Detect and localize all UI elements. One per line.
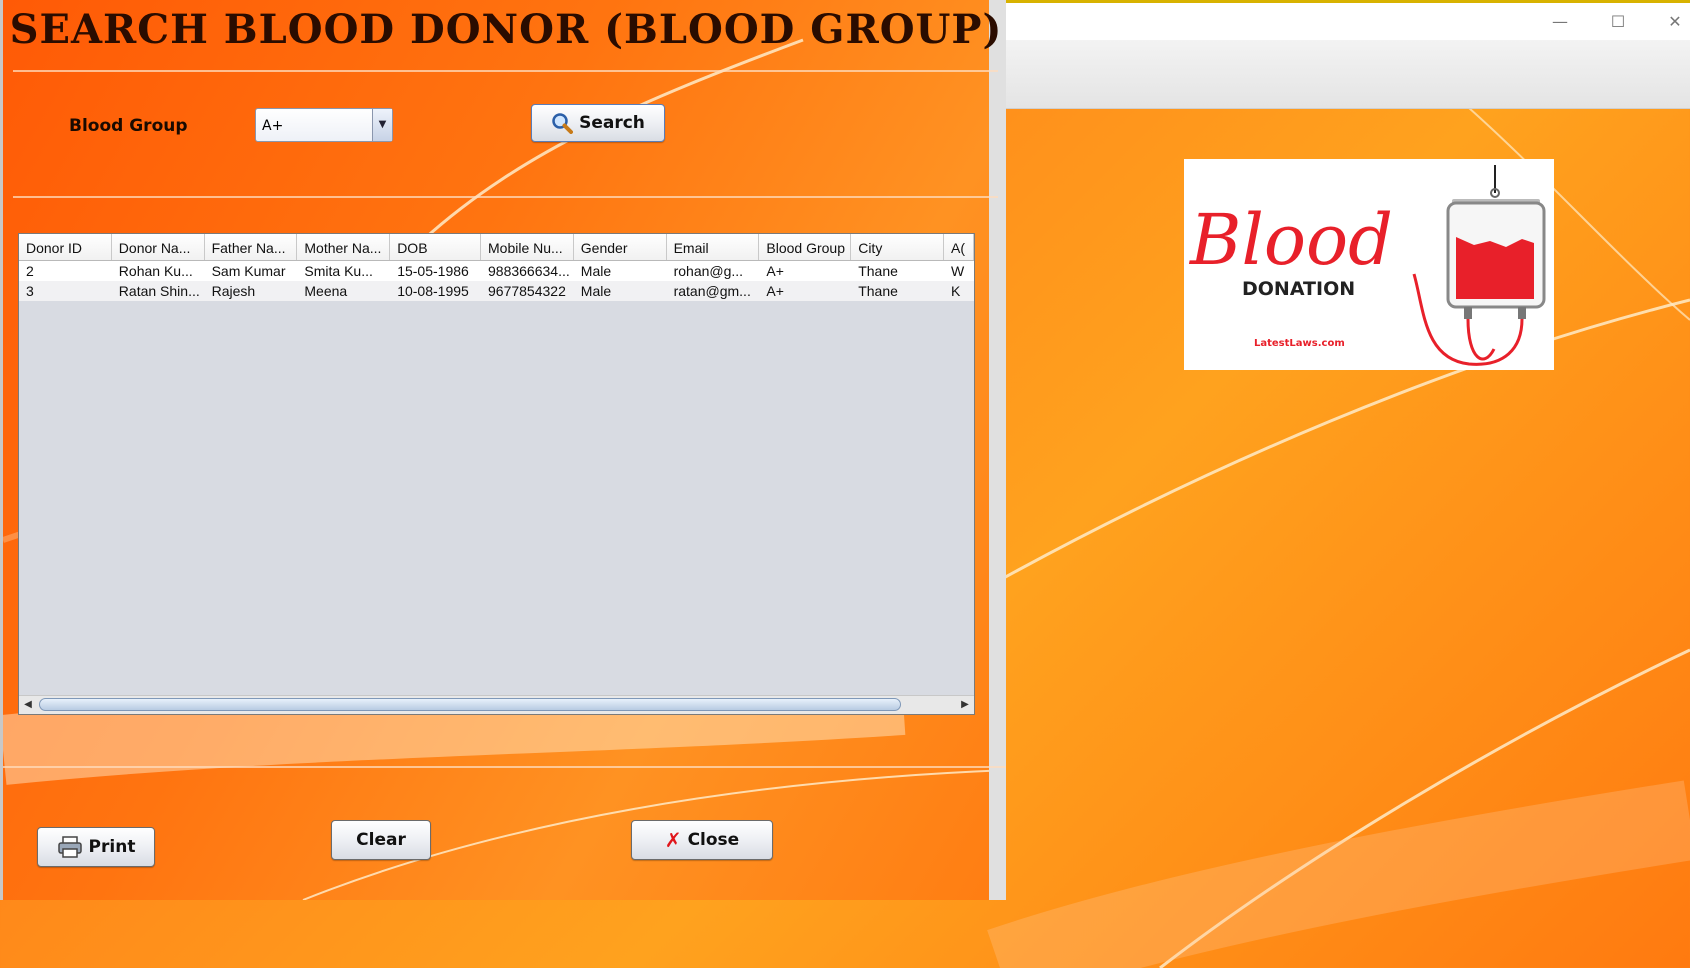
donor-table[interactable]: Donor ID Donor Na... Father Na... Mother Na…: [18, 233, 975, 715]
table-cell: K: [951, 283, 961, 299]
clear-button[interactable]: Clear: [331, 820, 431, 860]
footer-divider: [3, 766, 1006, 768]
blood-group-value: A+: [262, 118, 284, 134]
table-cell: Sam Kumar: [211, 263, 286, 279]
close-button[interactable]: ✗ Close: [631, 820, 773, 860]
blood-donation-logo: Blood DONATION LatestLaws.com: [1184, 159, 1554, 370]
column-header[interactable]: Donor ID: [19, 234, 112, 260]
column-header[interactable]: Donor Na...: [112, 234, 205, 260]
search-button[interactable]: Search: [531, 104, 665, 142]
scroll-left-icon[interactable]: ◀: [19, 696, 37, 714]
column-header[interactable]: A(: [944, 234, 974, 260]
table-header: Donor ID Donor Na... Father Na... Mother Na…: [19, 234, 974, 261]
page-title: SEARCH BLOOD DONOR (BLOOD GROUP): [9, 6, 1003, 53]
scroll-right-icon[interactable]: ▶: [956, 696, 974, 714]
background-toolbar: [1000, 40, 1690, 109]
table-cell: A+: [766, 263, 784, 279]
print-button[interactable]: Print: [37, 827, 155, 867]
table-cell: 2: [26, 263, 34, 279]
close-window-icon[interactable]: ✕: [1655, 9, 1690, 35]
table-cell: 988366634...: [488, 263, 570, 279]
table-cell: Thane: [858, 263, 898, 279]
red-x-icon: ✗: [664, 828, 682, 852]
column-header[interactable]: DOB: [390, 234, 481, 260]
title-divider: [13, 70, 998, 72]
print-button-label: Print: [88, 837, 136, 857]
table-cell: Male: [580, 283, 612, 299]
search-donor-dialog: SEARCH BLOOD DONOR (BLOOD GROUP) Blood G…: [0, 0, 1006, 900]
table-cell: Rajesh: [211, 283, 256, 299]
printer-icon: [57, 836, 82, 858]
clear-button-label: Clear: [356, 830, 406, 850]
column-header[interactable]: City: [851, 234, 944, 260]
table-cell: ratan@gm...: [673, 283, 751, 299]
horizontal-scrollbar[interactable]: ◀ ▶: [19, 695, 974, 714]
table-cell: 10-08-1995: [397, 283, 469, 299]
magnifier-icon: [552, 113, 574, 134]
table-cell: Ratan Shin...: [118, 283, 200, 299]
table-cell: 3: [26, 283, 34, 299]
logo-subtitle: DONATION: [1242, 278, 1355, 300]
search-button-label: Search: [579, 113, 645, 133]
column-header[interactable]: Father Na...: [205, 234, 298, 260]
close-button-label: Close: [687, 830, 740, 850]
table-cell: Rohan Ku...: [118, 263, 193, 279]
column-header[interactable]: Gender: [574, 234, 667, 260]
minimize-icon[interactable]: —: [1540, 9, 1580, 35]
table-cell: Meena: [304, 283, 348, 299]
dialog-border: [989, 0, 1006, 900]
maximize-icon[interactable]: ☐: [1598, 9, 1638, 35]
scrollbar-thumb[interactable]: [39, 698, 901, 711]
logo-credit: LatestLaws.com: [1254, 338, 1345, 349]
table-cell: Male: [580, 263, 612, 279]
table-cell: 15-05-1986: [397, 263, 469, 279]
table-cell: Thane: [858, 283, 898, 299]
logo-word: Blood: [1188, 199, 1393, 281]
table-row[interactable]: 2 Rohan Ku... Sam Kumar Smita Ku... 15-05-19…: [19, 261, 974, 281]
blood-group-label: Blood Group: [69, 116, 188, 136]
blood-bag-icon: Blood DONATION LatestLaws.com: [1188, 165, 1546, 366]
column-header[interactable]: Mobile Nu...: [481, 234, 574, 260]
chevron-down-icon[interactable]: ▼: [372, 109, 392, 141]
table-cell: Smita Ku...: [304, 263, 373, 279]
form-divider: [13, 196, 998, 198]
table-cell: 9677854322: [488, 283, 566, 299]
column-header[interactable]: Email: [667, 234, 760, 260]
table-row[interactable]: 3 Ratan Shin... Rajesh Meena 10-08-1995 96778…: [19, 281, 974, 301]
table-cell: A+: [766, 283, 784, 299]
table-cell: rohan@g...: [673, 263, 744, 279]
blood-group-select[interactable]: A+ ▼: [255, 108, 393, 142]
background-window: — ☐ ✕ Blood DONATION LatestLaws.com: [1000, 0, 1690, 968]
column-header[interactable]: Mother Na...: [297, 234, 391, 260]
background-titlebar: — ☐ ✕: [1000, 0, 1690, 40]
column-header[interactable]: Blood Group: [759, 234, 852, 260]
table-cell: W: [951, 263, 965, 279]
